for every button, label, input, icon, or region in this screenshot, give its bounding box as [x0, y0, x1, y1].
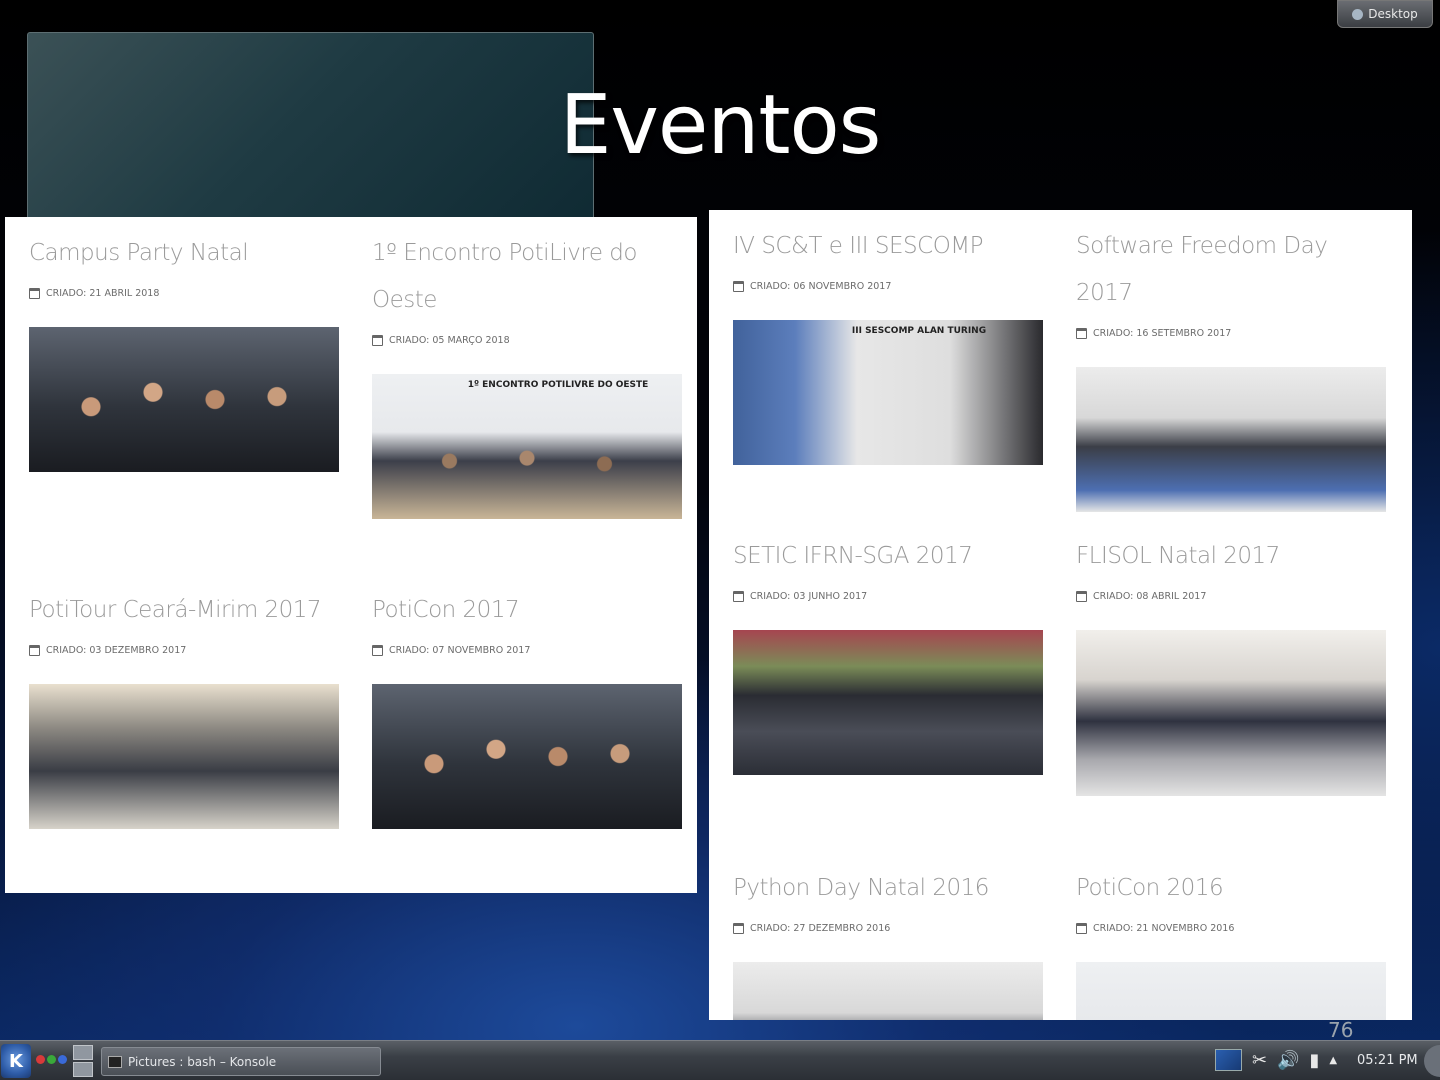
event-title[interactable]: SETIC IFRN-SGA 2017 [733, 533, 1043, 580]
event-card[interactable]: Software Freedom Day 2017 CRIADO: 16 SET… [1076, 223, 1386, 512]
calendar-icon [372, 335, 383, 346]
desktop-pager[interactable] [73, 1045, 93, 1077]
event-title[interactable]: Python Day Natal 2016 [733, 865, 1043, 912]
event-photo[interactable]: III SESCOMP ALAN TURING [733, 320, 1043, 465]
event-meta: CRIADO: 07 NOVEMBRO 2017 [372, 645, 682, 656]
calendar-icon [733, 923, 744, 934]
event-created-date: CRIADO: 05 MARÇO 2018 [389, 335, 510, 346]
event-title[interactable]: Campus Party Natal [29, 230, 339, 277]
event-meta: CRIADO: 05 MARÇO 2018 [372, 335, 682, 346]
event-title[interactable]: PotiCon 2016 [1076, 865, 1386, 912]
calendar-icon [733, 591, 744, 602]
clock[interactable]: 05:21 PM [1357, 1053, 1418, 1068]
tray-expand-icon[interactable]: ▲ [1329, 1055, 1337, 1066]
volume-icon[interactable]: 🔊 [1277, 1050, 1299, 1071]
event-photo[interactable] [29, 684, 339, 829]
calendar-icon [29, 645, 40, 656]
event-meta: CRIADO: 03 JUNHO 2017 [733, 591, 1043, 602]
event-photo[interactable] [372, 684, 682, 829]
event-created-date: CRIADO: 16 SETEMBRO 2017 [1093, 328, 1232, 339]
event-meta: CRIADO: 27 DEZEMBRO 2016 [733, 923, 1043, 934]
slide-page-number: 76 [1328, 1018, 1354, 1042]
battery-icon[interactable]: ▮ [1310, 1050, 1320, 1071]
kde-menu-icon[interactable]: K [1, 1044, 31, 1078]
keyboard-layout-icon[interactable] [1215, 1049, 1242, 1071]
event-created-date: CRIADO: 21 NOVEMBRO 2016 [1093, 923, 1235, 934]
slide-title: Eventos [559, 78, 882, 173]
event-card[interactable]: Campus Party Natal CRIADO: 21 ABRIL 2018 [29, 230, 339, 472]
red-dot-icon[interactable] [36, 1055, 45, 1064]
calendar-icon [733, 281, 744, 292]
event-photo[interactable] [1076, 630, 1386, 796]
scissors-icon[interactable]: ✂ [1252, 1050, 1267, 1071]
photo-banner-text: III SESCOMP ALAN TURING [851, 326, 987, 336]
system-tray: ✂ 🔊 ▮ ▲ [1215, 1049, 1337, 1071]
event-card[interactable]: SETIC IFRN-SGA 2017 CRIADO: 03 JUNHO 201… [733, 533, 1043, 775]
photo-banner-text: 1º ENCONTRO POTILIVRE DO OESTE [467, 380, 649, 390]
event-card[interactable]: IV SC&T e III SESCOMP CRIADO: 06 NOVEMBR… [733, 223, 1043, 465]
calendar-icon [372, 645, 383, 656]
event-created-date: CRIADO: 21 ABRIL 2018 [46, 288, 160, 299]
event-meta: CRIADO: 21 ABRIL 2018 [29, 288, 339, 299]
calendar-icon [1076, 591, 1087, 602]
event-created-date: CRIADO: 03 JUNHO 2017 [750, 591, 868, 602]
desktop-button-label: Desktop [1368, 6, 1418, 21]
event-created-date: CRIADO: 03 DEZEMBRO 2017 [46, 645, 187, 656]
pager-desktop-2[interactable] [73, 1062, 93, 1077]
desktop-icon [1352, 8, 1364, 20]
event-photo[interactable] [733, 630, 1043, 775]
event-photo[interactable] [29, 327, 339, 472]
terminal-icon [108, 1055, 122, 1068]
event-created-date: CRIADO: 08 ABRIL 2017 [1093, 591, 1207, 602]
task-label: Pictures : bash – Konsole [128, 1054, 277, 1069]
event-title[interactable]: 1º Encontro PotiLivre do Oeste [372, 230, 682, 324]
event-title[interactable]: PotiCon 2017 [372, 587, 682, 634]
pager-desktop-1[interactable] [73, 1045, 93, 1060]
taskbar-task-konsole[interactable]: Pictures : bash – Konsole [101, 1047, 381, 1076]
event-created-date: CRIADO: 07 NOVEMBRO 2017 [389, 645, 531, 656]
event-meta: CRIADO: 06 NOVEMBRO 2017 [733, 281, 1043, 292]
event-meta: CRIADO: 21 NOVEMBRO 2016 [1076, 923, 1386, 934]
desktop-corner-button[interactable] [1424, 1045, 1440, 1077]
event-title[interactable]: IV SC&T e III SESCOMP [733, 223, 1043, 270]
event-card[interactable]: PotiCon 2016 CRIADO: 21 NOVEMBRO 2016 [1076, 865, 1386, 1020]
event-photo[interactable]: 1º ENCONTRO POTILIVRE DO OESTE [372, 374, 682, 519]
event-photo[interactable] [1076, 962, 1386, 1020]
green-dot-icon[interactable] [47, 1055, 56, 1064]
events-screenshot-left: Campus Party Natal CRIADO: 21 ABRIL 2018… [5, 217, 697, 893]
event-card[interactable]: 1º Encontro PotiLivre do Oeste CRIADO: 0… [372, 230, 682, 519]
event-title[interactable]: FLISOL Natal 2017 [1076, 533, 1386, 580]
event-card[interactable]: PotiCon 2017 CRIADO: 07 NOVEMBRO 2017 [372, 587, 682, 829]
event-meta: CRIADO: 03 DEZEMBRO 2017 [29, 645, 339, 656]
calendar-icon [1076, 923, 1087, 934]
event-photo[interactable] [1076, 367, 1386, 512]
event-title[interactable]: Software Freedom Day 2017 [1076, 223, 1386, 317]
event-card[interactable]: FLISOL Natal 2017 CRIADO: 08 ABRIL 2017 [1076, 533, 1386, 796]
taskbar: K Pictures : bash – Konsole ✂ 🔊 ▮ ▲ 05:2… [0, 1040, 1440, 1080]
event-created-date: CRIADO: 27 DEZEMBRO 2016 [750, 923, 891, 934]
event-meta: CRIADO: 16 SETEMBRO 2017 [1076, 328, 1386, 339]
blue-dot-icon[interactable] [58, 1055, 67, 1064]
app-launcher-icons[interactable] [36, 1055, 67, 1064]
event-meta: CRIADO: 08 ABRIL 2017 [1076, 591, 1386, 602]
event-card[interactable]: PotiTour Ceará-Mirim 2017 CRIADO: 03 DEZ… [29, 587, 339, 829]
event-title[interactable]: PotiTour Ceará-Mirim 2017 [29, 587, 339, 634]
desktop-button[interactable]: Desktop [1337, 0, 1433, 28]
calendar-icon [1076, 328, 1087, 339]
event-created-date: CRIADO: 06 NOVEMBRO 2017 [750, 281, 892, 292]
event-card[interactable]: Python Day Natal 2016 CRIADO: 27 DEZEMBR… [733, 865, 1043, 1020]
events-screenshot-right: IV SC&T e III SESCOMP CRIADO: 06 NOVEMBR… [709, 210, 1412, 1020]
event-photo[interactable] [733, 962, 1043, 1020]
calendar-icon [29, 288, 40, 299]
